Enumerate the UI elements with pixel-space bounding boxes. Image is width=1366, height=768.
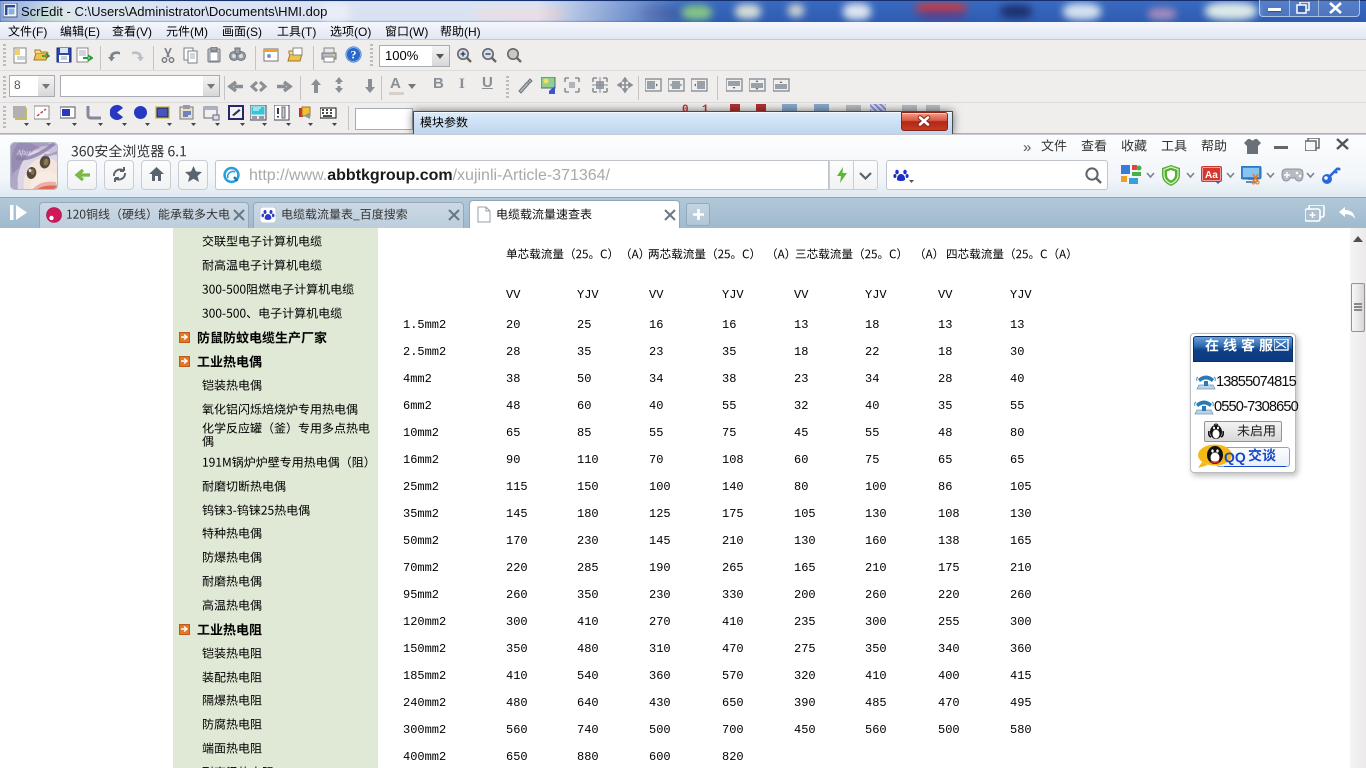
svg-text:Aa: Aa: [1205, 170, 1218, 181]
svg-text:?: ?: [351, 48, 357, 62]
svg-text:After: After: [16, 149, 31, 157]
